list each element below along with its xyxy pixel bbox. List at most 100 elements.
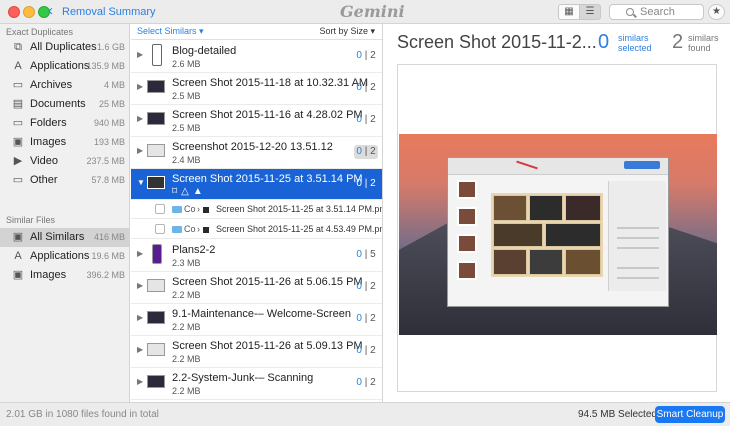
list-item[interactable]: ▶ Blog-detailed 2.6 MB 0 | 2 [131, 41, 382, 73]
chevron-right-icon[interactable]: ▶ [137, 345, 143, 354]
selected-count: 0 [356, 345, 362, 356]
chevron-right-icon[interactable]: ▶ [137, 114, 143, 123]
list-item[interactable]: ▶ Screen Shot 2015-11-18 at 10.32.31 AM 2.… [131, 73, 382, 105]
sidebar-item-size: 237.5 MB [86, 156, 125, 166]
file-size: 2.2 MB [172, 386, 201, 396]
sidebar-item-label: Video [30, 155, 58, 167]
search-input[interactable] [640, 6, 700, 18]
list-item[interactable]: ▶ 9.1-Maintenance-– Welcome-Screen 2.2 MB 0… [131, 304, 382, 336]
photo-collage [491, 193, 603, 277]
file-name: Blog-detailed [172, 45, 237, 57]
sidebar-item-label: Archives [30, 79, 73, 91]
sidebar-item-size: 57.8 MB [91, 175, 125, 185]
star-icon[interactable]: ★ [708, 4, 725, 20]
sidebar-item-label: Documents [30, 98, 86, 110]
list-item[interactable]: ▶ Screen Shot 2015-11-26 at 5.06.15 PM 2.2… [131, 272, 382, 304]
search-box[interactable] [609, 4, 704, 20]
sidebar-item-similar-1[interactable]: A Applications 19.6 MB [0, 247, 130, 266]
list-item[interactable]: ▶ Plans2-2 2.3 MB 0 | 5 [131, 240, 382, 272]
file-size: 2.2 MB [172, 354, 201, 364]
file-thumbnail [147, 375, 165, 388]
count-separator: | [364, 345, 368, 356]
file-name: Screenshot 2015-12-20 13.51.12 [172, 141, 333, 153]
count-separator: | [364, 146, 368, 157]
sidebar-item-exact-7[interactable]: ▭ Other 57.8 MB [0, 171, 130, 190]
duplicate-file-name: Screen Shot 2015-11-25 at 3.51.14 PM.png [216, 204, 383, 214]
file-size: 2.2 MB [172, 290, 201, 300]
archive-icon: ▭ [12, 79, 24, 91]
sidebar-item-exact-4[interactable]: ▭ Folders 940 MB [0, 114, 130, 133]
title-bar: ‹ Removal Summary Gemini ▦ ☰ ★ [0, 0, 730, 24]
chevron-right-icon[interactable]: ▶ [137, 377, 143, 386]
similar-count: 0 | 2 [354, 312, 378, 326]
sidebar-item-exact-6[interactable]: ▶ Video 237.5 MB [0, 152, 130, 171]
file-thumbnail [147, 176, 165, 189]
sort-by-menu[interactable]: Sort by Size ▾ [319, 26, 375, 37]
list-item[interactable]: ▶ Screen Shot 2015-11-16 at 4.28.02 PM 2.5… [131, 105, 382, 137]
file-thumbnail [147, 279, 165, 292]
count-separator: | [364, 50, 368, 61]
list-item[interactable]: ▶ Screen Shot 2015-11-26 at 5.09.13 PM 2.2… [131, 336, 382, 368]
file-checkbox[interactable] [155, 224, 165, 234]
list-item[interactable]: ▶ 2.2-System-Junk-– Scanning 2.2 MB 0 | 2 [131, 368, 382, 400]
similar-count: 0 | 2 [354, 280, 378, 294]
grid-view-button[interactable]: ▦ [558, 4, 580, 20]
chevron-right-icon[interactable]: ▶ [137, 146, 143, 155]
minimize-window-button[interactable] [23, 6, 35, 18]
video-icon: ▶ [13, 155, 23, 167]
file-checkbox[interactable] [155, 204, 165, 214]
smart-cleanup-button[interactable]: Smart Cleanup [655, 406, 725, 423]
chevron-right-icon[interactable]: ▶ [137, 249, 143, 258]
sidebar-item-similar-2[interactable]: ▣ Images 396.2 MB [0, 266, 130, 285]
duplicate-file-row[interactable]: Co › Screen Shot 2015-11-25 at 4.53.49 PM.… [131, 220, 383, 239]
sidebar-item-label: Applications [30, 250, 90, 262]
selected-count: 0 [356, 313, 362, 324]
chevron-right-icon[interactable]: ▶ [137, 50, 143, 59]
similars-selected-label-1: similars [618, 33, 649, 43]
sidebar-item-exact-3[interactable]: ▤ Documents 25 MB [0, 95, 130, 114]
total-count: 2 [370, 178, 376, 189]
select-similars-menu[interactable]: Select Similars ▾ [137, 26, 204, 37]
chevron-down-icon[interactable]: ▼ [137, 178, 145, 187]
back-chevron-icon[interactable]: ‹ [48, 3, 53, 19]
file-list: Select Similars ▾ Sort by Size ▾ ▶ Blog-d… [131, 24, 383, 402]
selected-count: 0 [356, 281, 362, 292]
breadcrumb-removal-summary[interactable]: Removal Summary [62, 6, 156, 18]
chevron-right-icon[interactable]: ▶ [137, 82, 143, 91]
app-logo: Gemini [340, 2, 405, 21]
chevron-right-icon[interactable]: ▶ [137, 281, 143, 290]
count-separator: | [364, 114, 368, 125]
sidebar-item-similar-0[interactable]: ▣ All Similars 416 MB [0, 228, 130, 247]
sidebar-item-exact-5[interactable]: ▣ Images 193 MB [0, 133, 130, 152]
screenshot-preview-image [399, 134, 717, 335]
sidebar-item-size: 4 MB [103, 80, 125, 90]
count-separator: | [364, 82, 368, 93]
list-header: Select Similars ▾ Sort by Size ▾ [131, 24, 382, 40]
grid-icon: ▦ [564, 6, 574, 17]
list-view-button[interactable]: ☰ [579, 4, 601, 20]
count-separator: | [364, 178, 368, 189]
exact-duplicates-heading: Exact Duplicates [6, 27, 74, 37]
list-item[interactable]: ▶ Screenshot 2015-12-20 13.51.12 2.4 MB 0 |… [131, 137, 382, 169]
duplicate-file-row[interactable]: Co › Screen Shot 2015-11-25 at 3.51.14 PM.… [131, 200, 383, 219]
applications-icon: A [14, 250, 22, 262]
file-path: Co [184, 204, 196, 214]
sidebar-item-size: 396.2 MB [86, 270, 125, 280]
chevron-right-icon[interactable]: ▶ [137, 313, 143, 322]
sidebar-item-exact-1[interactable]: A Applications 135.9 MB [0, 57, 130, 76]
file-thumbnail [147, 311, 165, 324]
duplicate-file-name: Screen Shot 2015-11-25 at 4.53.49 PM.png [216, 224, 383, 234]
total-found-summary: 2.01 GB in 1080 files found in total [6, 409, 159, 420]
list-item[interactable]: ▼ Screen Shot 2015-11-25 at 3.51.14 PM ⌑△▲… [131, 169, 382, 200]
sidebar-item-size: 19.6 MB [91, 251, 125, 261]
file-size: 2.4 MB [172, 155, 201, 165]
similars-icon: ▣ [12, 231, 24, 243]
selected-count: 0 [356, 249, 362, 260]
image-icon: ▣ [12, 269, 24, 281]
file-name: Screen Shot 2015-11-26 at 5.06.15 PM [172, 276, 363, 288]
selected-count: 0 [356, 50, 362, 61]
close-window-button[interactable] [8, 6, 20, 18]
total-count: 2 [370, 114, 376, 125]
sidebar-item-exact-2[interactable]: ▭ Archives 4 MB [0, 76, 130, 95]
sidebar-item-exact-0[interactable]: ⧉ All Duplicates 1.6 GB [0, 38, 130, 57]
